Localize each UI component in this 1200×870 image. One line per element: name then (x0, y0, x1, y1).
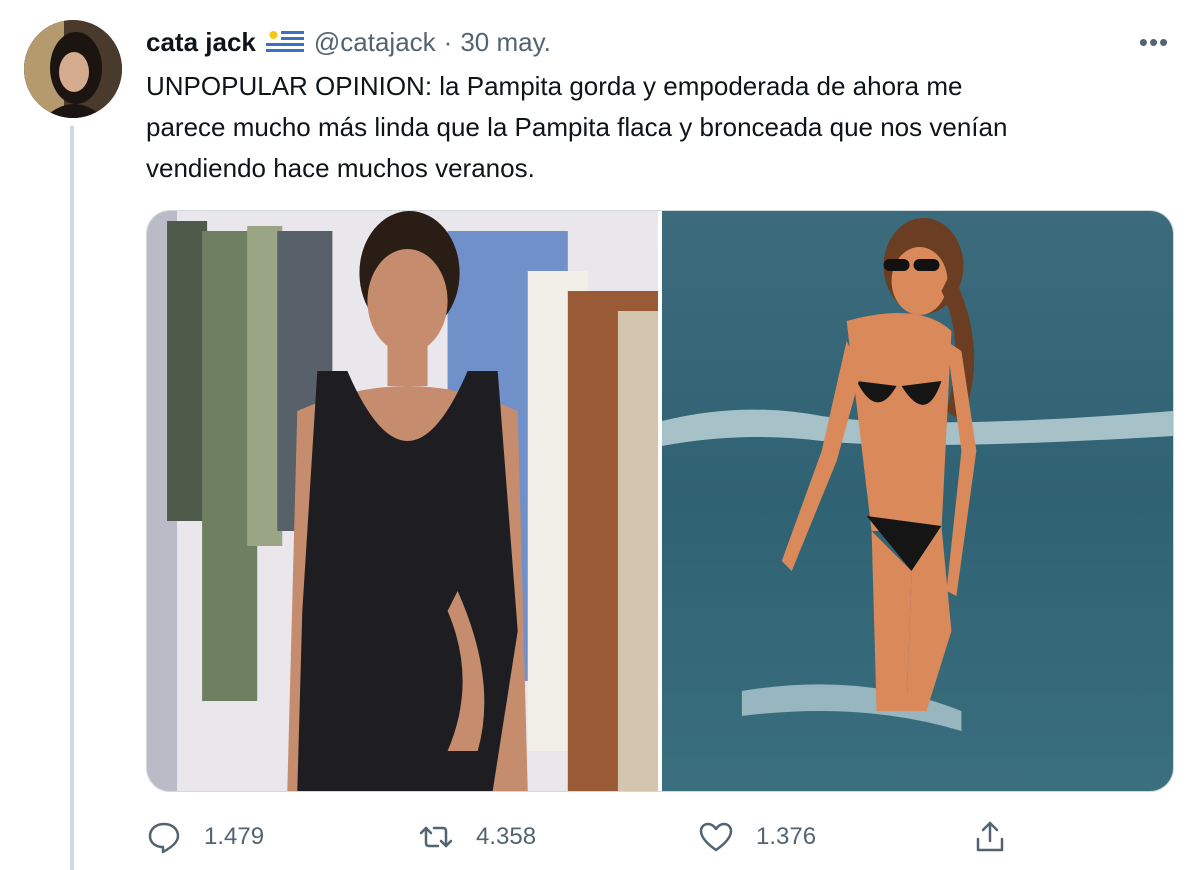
retweet-count: 4.358 (476, 823, 537, 850)
share-button[interactable] (972, 812, 1030, 862)
retweet-button[interactable]: 4.358 (418, 812, 536, 862)
heart-icon (698, 819, 734, 855)
tweet-media (146, 210, 1174, 792)
retweet-icon (418, 819, 454, 855)
author-handle[interactable]: @catajack (314, 27, 436, 58)
reply-count: 1.479 (204, 823, 265, 850)
author-name[interactable]: cata jack (146, 27, 256, 58)
photo-left[interactable] (147, 211, 658, 791)
more-options-icon[interactable]: ••• (1132, 24, 1176, 60)
tweet-text: UNPOPULAR OPINION: la Pampita gorda y em… (146, 66, 1156, 189)
photo-right[interactable] (662, 211, 1173, 791)
uruguay-flag-icon (265, 28, 304, 56)
like-count: 1.376 (756, 823, 817, 850)
separator-dot: · (443, 26, 453, 57)
author-avatar[interactable] (24, 20, 122, 118)
tweet-text-line: UNPOPULAR OPINION: la Pampita gorda y em… (146, 71, 963, 101)
share-icon (972, 819, 1008, 855)
reply-button[interactable]: 1.479 (146, 812, 264, 862)
tweet-date[interactable]: 30 may. (460, 27, 551, 58)
reply-icon (146, 819, 182, 855)
tweet-header: cata jack @catajack · 30 may. (146, 24, 551, 60)
tweet-text-line: parece mucho más linda que la Pampita fl… (146, 112, 1008, 142)
like-button[interactable]: 1.376 (698, 812, 816, 862)
tweet-text-line: vendiendo hace muchos veranos. (146, 153, 535, 183)
tweet-actions: 1.479 4.358 1.376 (146, 812, 1026, 862)
thread-line (70, 126, 74, 870)
